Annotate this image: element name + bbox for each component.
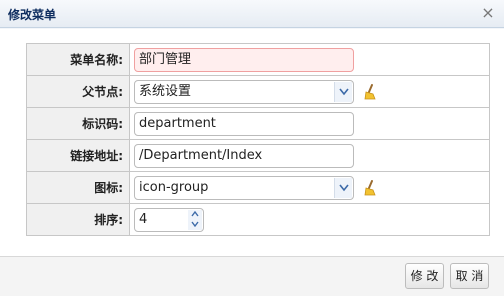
url-input[interactable]: /Department/Index (134, 143, 354, 168)
icon-value: icon-group (139, 179, 209, 195)
parent-node-value: 系统设置 (139, 83, 192, 99)
field-label: 图标: (26, 171, 130, 204)
broom-icon[interactable] (362, 180, 378, 196)
parent-node-select[interactable]: 系统设置 (134, 79, 354, 104)
field-label: 链接地址: (26, 139, 130, 172)
menu-form: 菜单名称: 部门管理 父节点: 系统设置 标识码: department 链接地… (26, 43, 490, 236)
form-row-icon: 图标: icon-group (26, 171, 490, 204)
spin-down-icon[interactable] (188, 219, 202, 230)
field-label: 排序: (26, 203, 130, 236)
dialog-footer: 修 改 取 消 (0, 256, 504, 296)
cancel-button[interactable]: 取 消 (450, 263, 489, 289)
form-row-name: 菜单名称: 部门管理 (26, 43, 490, 76)
dialog-title: 修改菜单 (8, 8, 57, 22)
order-spinner[interactable]: 4 (134, 207, 204, 232)
form-row-order: 排序: 4 (26, 203, 490, 236)
edit-button[interactable]: 修 改 (405, 263, 444, 289)
broom-icon[interactable] (362, 84, 378, 100)
menu-name-input[interactable]: 部门管理 (134, 47, 354, 72)
dialog-body: 菜单名称: 部门管理 父节点: 系统设置 标识码: department 链接地… (0, 29, 504, 256)
form-row-code: 标识码: department (26, 107, 490, 140)
dialog-titlebar: 修改菜单 × (0, 0, 504, 28)
chevron-down-icon[interactable] (334, 81, 352, 102)
field-label: 菜单名称: (26, 43, 130, 76)
close-icon[interactable]: × (480, 5, 496, 21)
order-value: 4 (139, 211, 148, 227)
form-row-parent: 父节点: 系统设置 (26, 75, 490, 108)
field-label: 标识码: (26, 107, 130, 140)
field-label: 父节点: (26, 75, 130, 108)
form-row-url: 链接地址: /Department/Index (26, 139, 490, 172)
code-input[interactable]: department (134, 111, 354, 136)
icon-select[interactable]: icon-group (134, 175, 354, 200)
chevron-down-icon[interactable] (334, 177, 352, 198)
spin-up-icon[interactable] (188, 209, 202, 220)
